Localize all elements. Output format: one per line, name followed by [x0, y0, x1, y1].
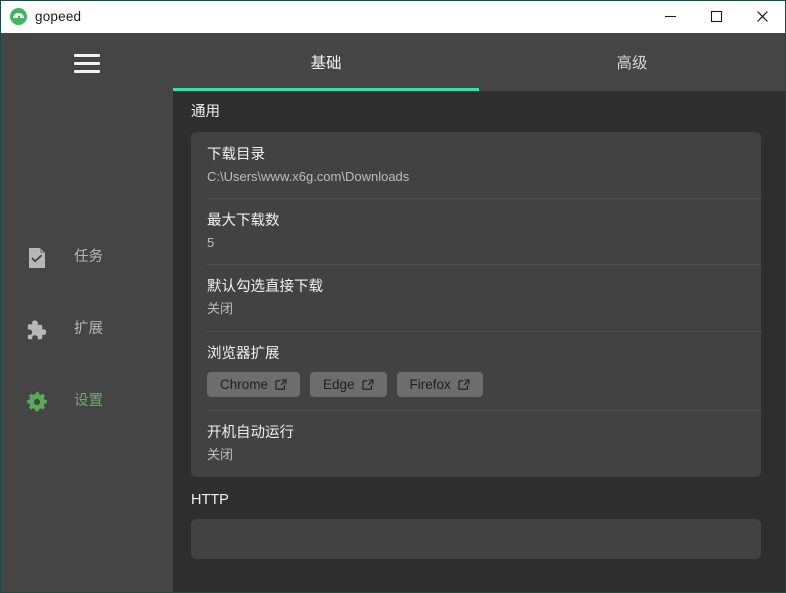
document-check-icon [26, 247, 48, 269]
maximize-icon [710, 10, 722, 23]
external-link-icon [458, 378, 470, 390]
setting-title: 浏览器扩展 [207, 345, 280, 362]
setting-row-autostart[interactable]: 开机自动运行 关闭 [191, 410, 761, 476]
close-button[interactable] [739, 1, 785, 32]
setting-row-default-direct-download[interactable]: 默认勾选直接下载 关闭 [191, 264, 761, 330]
hamburger-menu-button[interactable] [1, 42, 173, 84]
gopeed-logo-icon [10, 8, 27, 25]
setting-title: 开机自动运行 [207, 425, 294, 442]
window-controls [647, 1, 785, 32]
button-label: Edge [323, 376, 355, 392]
gear-icon [26, 391, 48, 413]
browser-extension-buttons: Chrome Edge Firefox [207, 371, 745, 398]
app-body: 任务 扩展 设置 基础 高级 通用 下载目录 C:\Users\www.x6g.… [1, 33, 785, 592]
button-label: Firefox [409, 376, 451, 392]
chrome-extension-button[interactable]: Chrome [207, 371, 301, 398]
content-scrollbar[interactable] [775, 91, 785, 592]
section-title-http: HTTP [191, 491, 229, 508]
settings-card-http [191, 519, 761, 560]
tab-bar: 基础 高级 [173, 33, 785, 91]
external-link-icon [275, 378, 287, 390]
sidebar-nav: 任务 扩展 设置 [1, 234, 173, 450]
minimize-button[interactable] [647, 1, 693, 32]
window-title: gopeed [35, 8, 82, 24]
sidebar-item-label: 扩展 [74, 321, 103, 338]
section-title-general: 通用 [191, 104, 220, 120]
external-link-icon [361, 378, 374, 390]
tab-basic[interactable]: 基础 [173, 33, 479, 91]
close-icon [756, 11, 768, 22]
button-label: Chrome [220, 376, 269, 392]
hamburger-menu-icon [74, 53, 100, 73]
sidebar-item-tasks[interactable]: 任务 [1, 234, 173, 281]
tab-advanced[interactable]: 高级 [479, 33, 785, 91]
setting-value: 5 [207, 235, 215, 250]
setting-value: 关闭 [207, 447, 234, 463]
setting-title: 最大下载数 [207, 212, 280, 229]
sidebar-item-label: 任务 [74, 249, 103, 266]
setting-title: 默认勾选直接下载 [207, 279, 323, 296]
puzzle-piece-icon [26, 319, 48, 341]
sidebar: 任务 扩展 设置 [1, 33, 173, 592]
setting-row-download-dir[interactable]: 下载目录 C:\Users\www.x6g.com\Downloads [191, 132, 761, 198]
setting-value: C:\Users\www.x6g.com\Downloads [207, 168, 410, 184]
title-bar: gopeed [1, 1, 785, 33]
setting-title: 下载目录 [207, 146, 265, 163]
setting-value: 关闭 [207, 301, 234, 317]
setting-row-max-downloads[interactable]: 最大下载数 5 [191, 197, 761, 264]
firefox-extension-button[interactable]: Firefox [396, 371, 483, 398]
settings-card-general: 下载目录 C:\Users\www.x6g.com\Downloads 最大下载… [191, 131, 761, 477]
sidebar-item-extensions[interactable]: 扩展 [1, 306, 173, 353]
app-window: gopeed 任务 扩展 设置 基础 高级 通用 下载目录 C:\Users\w… [0, 0, 786, 593]
settings-content[interactable]: 通用 下载目录 C:\Users\www.x6g.com\Downloads 最… [173, 91, 785, 592]
tab-label: 基础 [310, 55, 342, 72]
sidebar-item-settings[interactable]: 设置 [1, 378, 173, 425]
title-bar-left: gopeed [1, 8, 81, 25]
setting-row-browser-extensions: 浏览器扩展 Chrome Edge Firefox [191, 330, 761, 411]
tab-label: 高级 [616, 55, 648, 72]
maximize-button[interactable] [693, 1, 739, 32]
edge-extension-button[interactable]: Edge [310, 371, 387, 398]
minimize-icon [664, 15, 676, 18]
sidebar-item-label: 设置 [74, 393, 103, 410]
main-area: 基础 高级 通用 下载目录 C:\Users\www.x6g.com\Downl… [173, 33, 785, 592]
